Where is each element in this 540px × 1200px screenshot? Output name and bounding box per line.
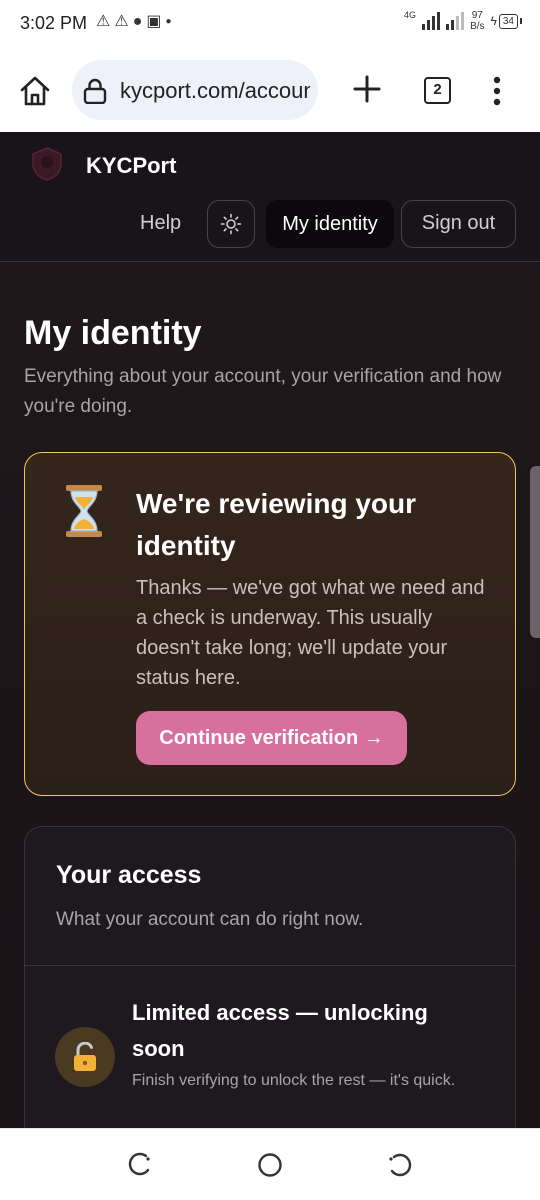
- app-notification-icon: ▣: [146, 13, 162, 30]
- back-icon[interactable]: [126, 1151, 154, 1179]
- more-vert-icon[interactable]: [491, 76, 503, 106]
- battery-indicator: ϟ 34: [490, 13, 522, 29]
- network-speed: 97 B/s: [470, 10, 485, 32]
- site-header: KYCPort Help My identity Sign out: [0, 132, 540, 262]
- continue-verification-button[interactable]: Continue verification →: [136, 711, 407, 765]
- status-time: 3:02 PM: [20, 13, 88, 33]
- theme-toggle-button[interactable]: [207, 200, 255, 248]
- chat-bubble-icon: ●: [132, 13, 143, 30]
- lock-icon: [83, 78, 107, 104]
- access-card-subtitle: What your account can do right now.: [56, 909, 364, 930]
- review-status-card: We're reviewing your identity Thanks — w…: [24, 452, 516, 796]
- recents-icon[interactable]: [386, 1151, 414, 1179]
- padlock-open-icon: [74, 1042, 96, 1071]
- sun-icon: [220, 213, 242, 235]
- notification-icons: ⚠ ⚠ ● ▣ ●: [96, 12, 172, 32]
- access-item-title: Limited access — unlocking soon: [132, 1000, 428, 1061]
- charging-bolt-icon: ϟ: [490, 14, 497, 28]
- divider: [25, 965, 515, 966]
- signal-strength-icon: [422, 12, 441, 30]
- brand-logo-icon[interactable]: [30, 146, 64, 182]
- sign-out-button[interactable]: Sign out: [401, 200, 516, 248]
- system-status-bar: 3:02 PM ⚠ ⚠ ● ▣ ● 4G 97 B/s ϟ 34: [0, 0, 540, 50]
- system-navigation-bar: [0, 1128, 540, 1200]
- access-item-description: Finish verifying to unlock the rest — it…: [132, 1072, 456, 1089]
- nav-help-link[interactable]: Help: [140, 212, 181, 235]
- battery-level: 34: [498, 13, 518, 29]
- warning-icon: ⚠: [114, 13, 129, 30]
- nav-my-identity-tab[interactable]: My identity: [266, 200, 394, 248]
- page-scrollbar-thumb[interactable]: [530, 466, 540, 638]
- address-bar[interactable]: kycport.com/account: [72, 60, 318, 120]
- network-type-label: 4G: [404, 10, 417, 20]
- page-title: My identity: [24, 314, 202, 352]
- status-indicators: 4G 97 B/s ϟ 34: [404, 10, 522, 32]
- hourglass-icon: [66, 485, 102, 537]
- brand-name[interactable]: KYCPort: [86, 153, 176, 179]
- plus-icon[interactable]: [352, 74, 382, 104]
- access-status-badge: [55, 1027, 115, 1087]
- browser-toolbar: kycport.com/account 2: [0, 50, 540, 132]
- web-page: KYCPort Help My identity Sign out My ide…: [0, 132, 540, 1128]
- home-circle-icon[interactable]: [256, 1151, 284, 1179]
- access-card: Your access What your account can do rig…: [24, 826, 516, 1128]
- page-subtitle: Everything about your account, your veri…: [24, 366, 502, 417]
- more-notifications-dot-icon: ●: [165, 16, 172, 27]
- home-icon[interactable]: [18, 74, 52, 108]
- signal-strength-2-icon: [446, 12, 465, 30]
- access-card-title: Your access: [56, 861, 202, 889]
- review-card-title: We're reviewing your identity: [136, 488, 417, 561]
- url-text: kycport.com/account: [120, 78, 310, 103]
- warning-icon: ⚠: [96, 13, 111, 30]
- tab-switcher-button[interactable]: 2: [424, 77, 451, 104]
- review-card-body: Thanks — we've got what we need and a ch…: [136, 577, 485, 689]
